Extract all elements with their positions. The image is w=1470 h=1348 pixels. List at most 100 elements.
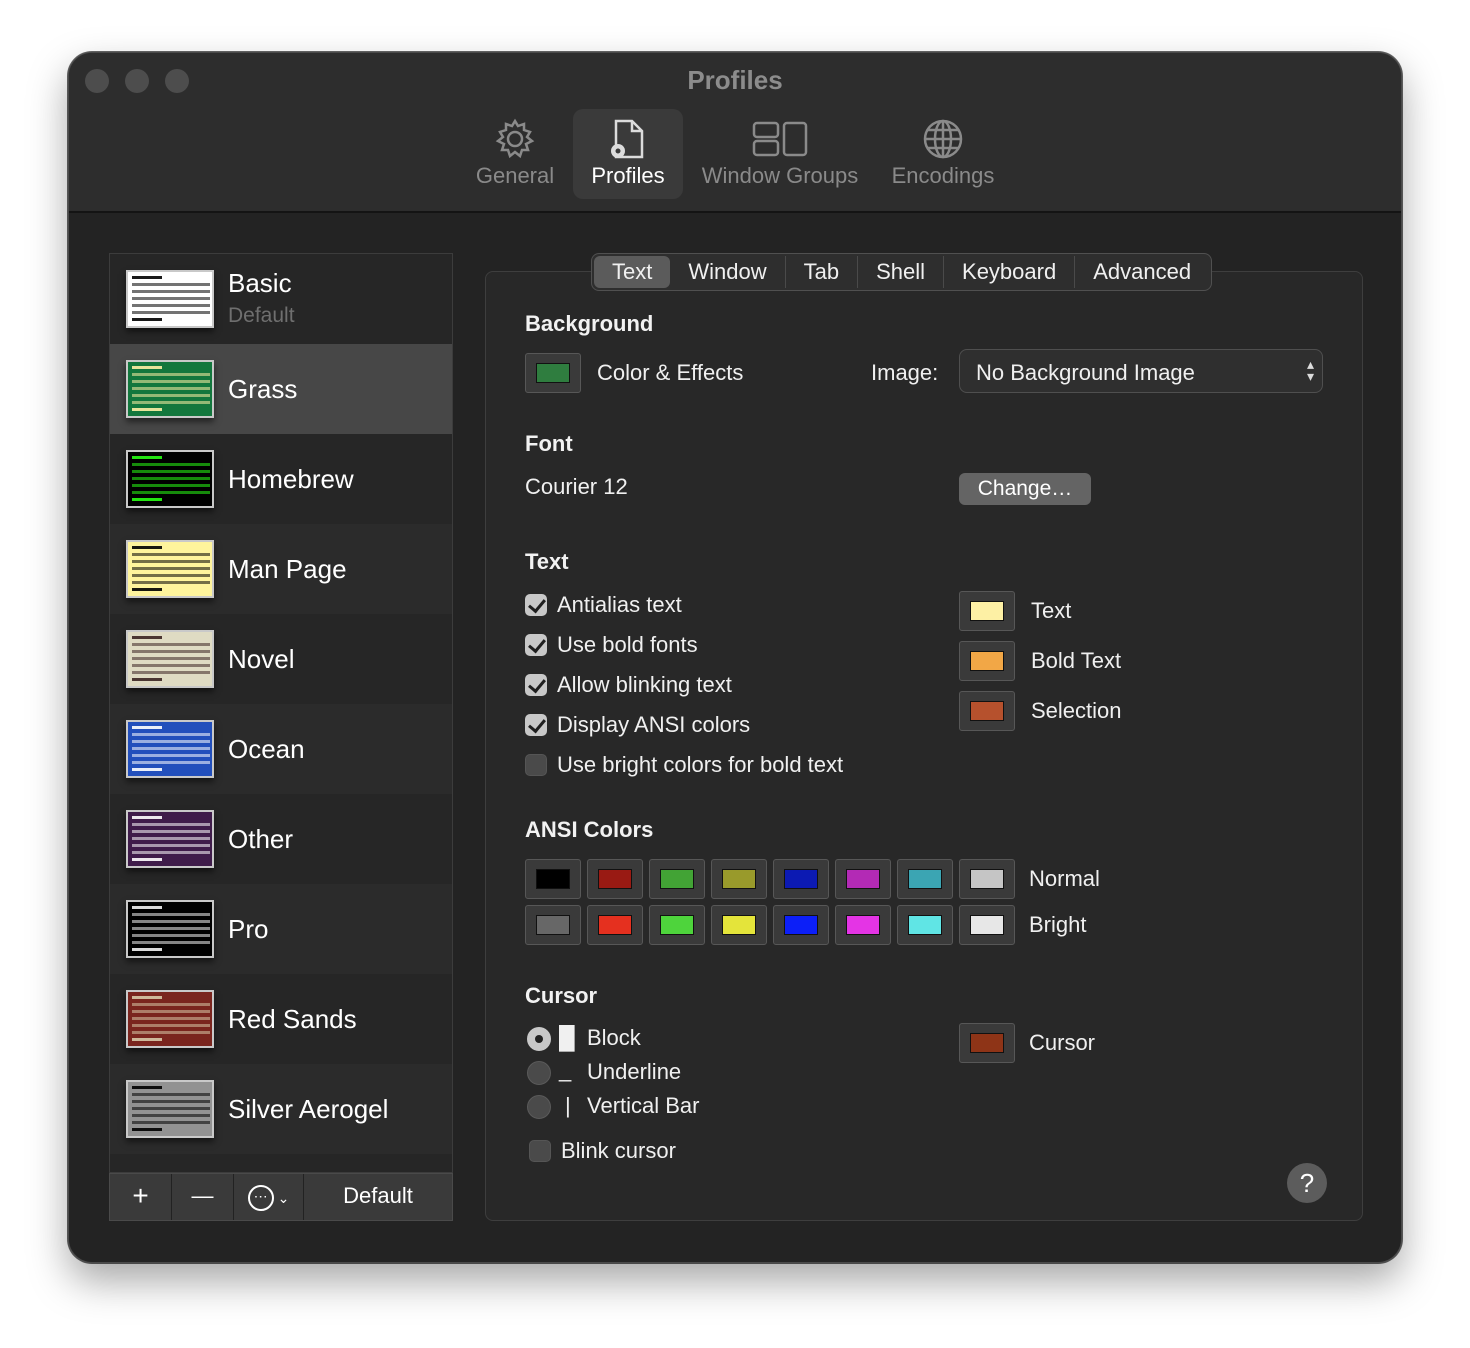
ansi-colors-label: Display ANSI colors bbox=[557, 712, 751, 737]
background-color-well[interactable] bbox=[525, 353, 581, 393]
profile-item[interactable]: Basic Default bbox=[110, 254, 452, 344]
cursor-block-radio[interactable] bbox=[527, 1027, 551, 1051]
preferences-window: Profiles General Profiles Window Groups … bbox=[68, 52, 1402, 1263]
ansi-normal-color-well[interactable] bbox=[773, 859, 829, 899]
thumbnail-text-line bbox=[132, 920, 210, 923]
tab-text[interactable]: Text bbox=[594, 256, 671, 288]
thumbnail-text-line bbox=[132, 636, 162, 639]
profile-document-icon bbox=[611, 119, 644, 159]
change-font-button[interactable]: Change… bbox=[959, 473, 1091, 505]
ansi-normal-color-well[interactable] bbox=[835, 859, 891, 899]
help-button[interactable]: ? bbox=[1287, 1163, 1327, 1203]
profile-item[interactable]: Other bbox=[110, 794, 452, 884]
ansi-bright-color-well[interactable] bbox=[897, 905, 953, 945]
thumbnail-text-line bbox=[132, 401, 210, 404]
tab-advanced[interactable]: Advanced bbox=[1075, 256, 1209, 288]
tab-tab[interactable]: Tab bbox=[786, 256, 859, 288]
tab-window[interactable]: Window bbox=[670, 256, 786, 288]
thumbnail-text-line bbox=[132, 927, 210, 930]
image-label: Image: bbox=[871, 360, 939, 385]
thumbnail-text-line bbox=[132, 823, 210, 826]
profile-thumbnail bbox=[126, 990, 214, 1048]
toolbar-encodings[interactable]: Encodings bbox=[885, 109, 1001, 199]
set-default-profile-button[interactable]: Default bbox=[304, 1174, 452, 1220]
toolbar-profiles[interactable]: Profiles bbox=[573, 109, 683, 199]
thumbnail-text-line bbox=[132, 1003, 210, 1006]
thumbnail-text-line bbox=[132, 858, 162, 861]
cursor-color-well[interactable] bbox=[959, 1023, 1015, 1063]
profile-item[interactable]: Silver Aerogel bbox=[110, 1064, 452, 1154]
blinking-text-checkbox[interactable] bbox=[525, 674, 547, 696]
add-profile-button[interactable]: + bbox=[110, 1174, 172, 1220]
font-value: Courier 12 bbox=[525, 474, 628, 499]
ansi-colors-checkbox[interactable] bbox=[525, 714, 547, 736]
ansi-normal-color-well[interactable] bbox=[587, 859, 643, 899]
titlebar: Profiles General Profiles Window Groups … bbox=[69, 53, 1401, 213]
ansi-bright-color-well[interactable] bbox=[835, 905, 891, 945]
thumbnail-text-line bbox=[132, 941, 210, 944]
ansi-bright-label: Bright bbox=[1029, 912, 1087, 937]
profile-item[interactable]: Man Page bbox=[110, 524, 452, 614]
antialias-checkbox[interactable] bbox=[525, 594, 547, 616]
remove-profile-button[interactable]: — bbox=[172, 1174, 234, 1220]
profile-item[interactable]: Grass bbox=[110, 344, 452, 434]
bold-fonts-checkbox[interactable] bbox=[525, 634, 547, 656]
cursor-color-fill bbox=[970, 1033, 1004, 1053]
color-effects-label: Color & Effects bbox=[597, 360, 744, 385]
profile-name: Silver Aerogel bbox=[228, 1094, 389, 1124]
more-actions-button[interactable]: ⋯ ⌄ bbox=[234, 1174, 304, 1220]
cursor-underline-label: Underline bbox=[587, 1059, 682, 1084]
profile-item[interactable]: Ocean bbox=[110, 704, 452, 794]
ansi-color-fill bbox=[908, 915, 942, 935]
profile-thumbnail bbox=[126, 450, 214, 508]
thumbnail-text-line bbox=[132, 477, 210, 480]
thumbnail-text-line bbox=[132, 1024, 210, 1027]
selection-color-well[interactable] bbox=[959, 691, 1015, 731]
background-image-select[interactable]: No Background Image ▴ ▾ bbox=[959, 349, 1323, 393]
cursor-section-title: Cursor bbox=[525, 983, 598, 1008]
ansi-bright-color-well[interactable] bbox=[525, 905, 581, 945]
thumbnail-text-line bbox=[132, 1100, 210, 1103]
selection-color-fill bbox=[970, 701, 1004, 721]
profile-list[interactable]: Basic Default Grass Homebrew Man Page Novel Oc… bbox=[109, 253, 453, 1173]
cursor-underline-radio[interactable] bbox=[527, 1061, 551, 1085]
cursor-vertical-bar-radio[interactable] bbox=[527, 1095, 551, 1119]
background-image-value: No Background Image bbox=[976, 360, 1195, 385]
ansi-color-fill bbox=[970, 869, 1004, 889]
thumbnail-text-line bbox=[132, 1031, 210, 1034]
ansi-bright-color-well[interactable] bbox=[649, 905, 705, 945]
ansi-bright-color-well[interactable] bbox=[711, 905, 767, 945]
thumbnail-text-line bbox=[132, 574, 210, 577]
thumbnail-text-line bbox=[132, 560, 210, 563]
ansi-normal-color-well[interactable] bbox=[711, 859, 767, 899]
thumbnail-text-line bbox=[132, 546, 162, 549]
toolbar-window-groups[interactable]: Window Groups bbox=[693, 109, 867, 199]
ansi-bright-color-well[interactable] bbox=[959, 905, 1015, 945]
profile-item[interactable]: Pro bbox=[110, 884, 452, 974]
blink-cursor-checkbox[interactable] bbox=[529, 1140, 551, 1162]
thumbnail-text-line bbox=[132, 934, 210, 937]
text-color-well[interactable] bbox=[959, 591, 1015, 631]
ansi-bright-color-well[interactable] bbox=[587, 905, 643, 945]
ansi-normal-color-well[interactable] bbox=[959, 859, 1015, 899]
toolbar-window-groups-label: Window Groups bbox=[701, 163, 859, 188]
bold-text-color-well[interactable] bbox=[959, 641, 1015, 681]
bright-bold-checkbox[interactable] bbox=[525, 754, 547, 776]
profile-item[interactable]: Red Sands bbox=[110, 974, 452, 1064]
tab-keyboard[interactable]: Keyboard bbox=[944, 256, 1076, 288]
ansi-normal-color-well[interactable] bbox=[649, 859, 705, 899]
ansi-bright-color-well[interactable] bbox=[773, 905, 829, 945]
profile-thumbnail bbox=[126, 900, 214, 958]
ansi-color-fill bbox=[784, 869, 818, 889]
profile-item[interactable]: Homebrew bbox=[110, 434, 452, 524]
ansi-normal-color-well[interactable] bbox=[897, 859, 953, 899]
profile-item[interactable]: Novel bbox=[110, 614, 452, 704]
thumbnail-text-line bbox=[132, 643, 210, 646]
text-color-fill bbox=[970, 601, 1004, 621]
bold-fonts-label: Use bold fonts bbox=[557, 632, 698, 657]
thumbnail-text-line bbox=[132, 906, 162, 909]
thumbnail-text-line bbox=[132, 318, 162, 321]
tab-shell[interactable]: Shell bbox=[858, 256, 945, 288]
ansi-normal-color-well[interactable] bbox=[525, 859, 581, 899]
toolbar-general[interactable]: General bbox=[467, 109, 563, 199]
